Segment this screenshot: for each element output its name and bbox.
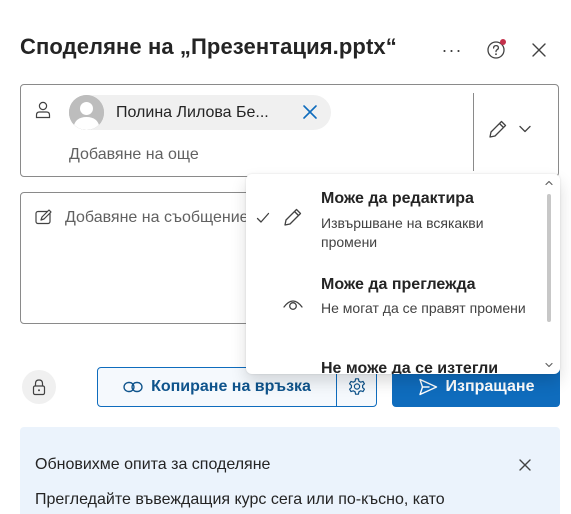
dialog-title: Споделяне на „Презентация.pptx“ — [20, 34, 397, 59]
notification-dot — [500, 39, 506, 45]
menu-item-title: Не може да се изтегли — [321, 360, 499, 374]
menu-item-title: Може да редактира — [321, 190, 474, 207]
remove-recipient-button[interactable] — [301, 103, 319, 121]
more-options-button[interactable]: ··· — [438, 36, 466, 64]
dialog-header: Споделяне на „Презентация.pptx“ ··· — [20, 34, 560, 68]
lock-icon — [32, 379, 46, 396]
pencil-icon — [489, 120, 507, 138]
menu-item-cannot-download[interactable]: Не може да се изтегли — [246, 348, 546, 374]
pencil-icon — [284, 208, 302, 226]
message-input[interactable]: Добавяне на съобщение — [65, 209, 249, 227]
copy-link-label: Копиране на връзка — [151, 378, 311, 395]
chevron-down-icon — [519, 125, 531, 133]
menu-item-title: Може да преглежда — [321, 276, 476, 293]
recipients-field[interactable]: Полина Лилова Бе... Добавяне на още — [20, 84, 559, 177]
info-banner: Обновихме опита за споделяне Прегледайте… — [20, 427, 560, 514]
avatar — [69, 95, 104, 130]
scroll-down-icon[interactable] — [544, 360, 554, 370]
dismiss-banner-button[interactable] — [515, 455, 535, 475]
link-settings-lock-button[interactable] — [22, 370, 56, 404]
menu-item-can-edit[interactable]: Може да редактира Извършване на всякакви… — [246, 174, 546, 262]
permission-menu: Може да редактира Извършване на всякакви… — [246, 174, 560, 374]
help-button[interactable] — [482, 36, 510, 64]
add-more-input[interactable]: Добавяне на още — [69, 146, 199, 164]
send-icon — [418, 378, 437, 396]
divider — [473, 93, 474, 171]
scrollbar-thumb[interactable] — [547, 194, 551, 322]
permission-dropdown-button[interactable] — [487, 111, 547, 147]
checkmark-icon — [256, 212, 270, 223]
recipient-name: Полина Лилова Бе... — [116, 103, 269, 121]
person-icon — [35, 101, 51, 124]
gear-icon — [348, 378, 365, 395]
banner-body: Прегледайте въвеждащия курс сега или по-… — [35, 491, 445, 508]
banner-title: Обновихме опита за споделяне — [35, 456, 271, 473]
close-dialog-button[interactable] — [525, 36, 553, 64]
compose-icon — [35, 209, 53, 230]
close-icon — [532, 43, 546, 57]
menu-item-description: Не могат да се правят промени — [321, 300, 526, 316]
close-icon — [519, 459, 531, 471]
menu-item-description: Извършване на всякакви промени — [321, 215, 484, 250]
close-icon — [303, 105, 317, 119]
scroll-up-icon[interactable] — [544, 178, 554, 188]
link-icon — [123, 381, 143, 393]
eye-icon — [283, 300, 303, 310]
send-label: Изпращане — [445, 378, 535, 395]
menu-item-can-view[interactable]: Може да преглежда Не могат да се правят … — [246, 262, 546, 348]
recipient-chip[interactable]: Полина Лилова Бе... — [69, 95, 331, 130]
